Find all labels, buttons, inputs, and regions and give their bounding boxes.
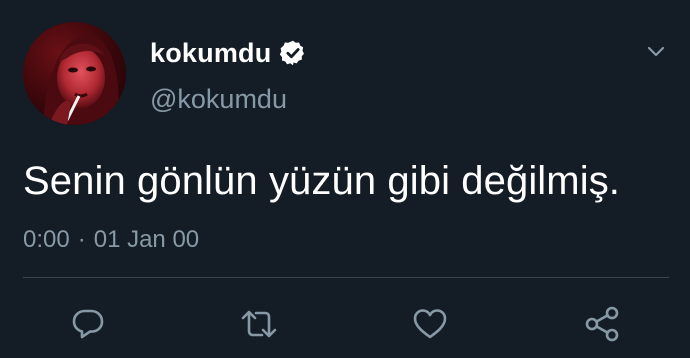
display-name-row: kokumdu: [150, 36, 307, 70]
avatar-image: [23, 22, 126, 125]
heart-icon: [413, 309, 447, 339]
retweet-button[interactable]: [239, 304, 279, 344]
reply-icon: [72, 309, 104, 339]
share-button[interactable]: [582, 304, 622, 344]
tweet-timestamp[interactable]: 0:00 · 01 Jan 00: [23, 226, 199, 254]
tweet-date: 01 Jan 00: [93, 226, 200, 253]
chevron-down-icon[interactable]: [645, 40, 667, 62]
user-handle[interactable]: @kokumdu: [150, 84, 287, 115]
reply-button[interactable]: [68, 304, 108, 344]
action-bar: [0, 300, 690, 346]
retweet-icon: [241, 310, 277, 338]
like-button[interactable]: [410, 304, 450, 344]
display-name[interactable]: kokumdu: [150, 38, 271, 69]
tweet-text: Senin gönlün yüzün gibi değilmiş.: [23, 159, 621, 203]
share-icon: [585, 306, 619, 342]
verified-badge-icon: [279, 39, 307, 67]
tweet-card: kokumdu @kokumdu Senin gönlün yüzün gibi…: [0, 0, 690, 358]
avatar[interactable]: [23, 22, 126, 125]
divider: [23, 277, 669, 278]
meta-separator: ·: [77, 226, 86, 253]
tweet-time: 0:00: [23, 226, 70, 253]
